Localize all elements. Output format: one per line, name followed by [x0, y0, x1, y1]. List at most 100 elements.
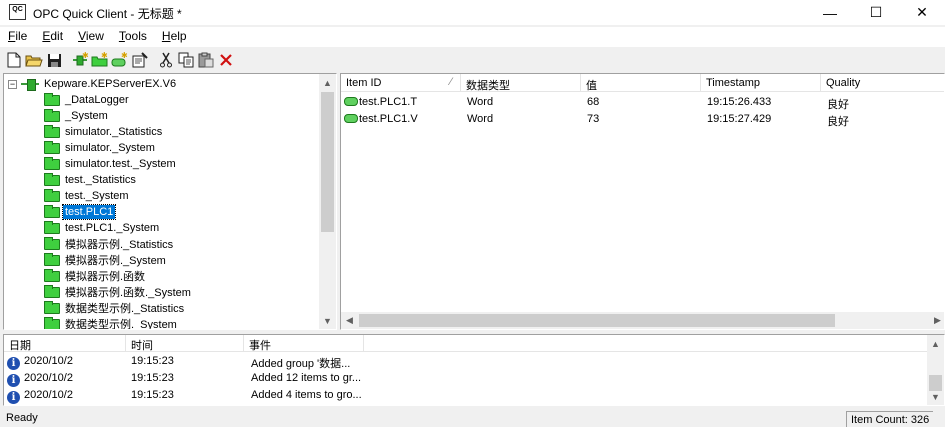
tree-node-label: Kepware.KEPServerEX.V6: [44, 78, 177, 90]
log-scrollbar[interactable]: ▲ ▼: [927, 335, 944, 405]
tree-node-group[interactable]: 数据类型示例._Statistics: [44, 300, 186, 316]
tree-node-group[interactable]: simulator._Statistics: [44, 124, 164, 140]
log-cell-time: 19:15:23: [131, 355, 174, 367]
folder-icon: [44, 316, 60, 329]
table-row[interactable]: test.PLC1.T Word 68 19:15:26.433 良好: [341, 95, 944, 111]
table-cell-type: Word: [467, 96, 493, 108]
tree-node-group[interactable]: simulator._System: [44, 140, 157, 156]
column-header-quality[interactable]: Quality: [821, 74, 944, 92]
scroll-up-icon[interactable]: ▲: [319, 74, 336, 91]
folder-icon: [44, 204, 60, 218]
scroll-down-icon[interactable]: ▼: [927, 388, 944, 405]
table-cell-quality: 良好: [827, 96, 849, 112]
cell-text: 良好: [827, 116, 849, 128]
table-cell-timestamp: 19:15:26.433: [707, 96, 771, 108]
menu-label: iew: [85, 29, 104, 43]
column-header-data-type[interactable]: 数据类型: [461, 74, 581, 92]
save-icon[interactable]: [44, 50, 64, 70]
tree-node-group[interactable]: 模拟器示例._Statistics: [44, 236, 175, 252]
maximize-button[interactable]: ☐: [853, 0, 899, 25]
column-label: Quality: [826, 77, 861, 89]
scroll-left-icon[interactable]: ◀: [341, 312, 358, 329]
table-cell-type: Word: [467, 113, 493, 125]
log-header: 日期 时间 事件: [4, 335, 944, 352]
scroll-thumb[interactable]: [321, 92, 334, 232]
log-cell-time: 19:15:23: [131, 389, 174, 401]
tree-node-group[interactable]: _DataLogger: [44, 92, 131, 108]
cut-icon[interactable]: [156, 50, 176, 70]
column-label: 数据类型: [466, 80, 510, 92]
menu-label: dit: [50, 29, 64, 43]
tree-node-group[interactable]: test._System: [44, 188, 131, 204]
menu-tools[interactable]: Tools: [111, 27, 154, 47]
folder-icon: [44, 188, 60, 202]
new-item-icon[interactable]: ✱: [110, 50, 130, 70]
tree-view[interactable]: − Kepware.KEPServerEX.V6 _DataLogger _Sys…: [3, 73, 337, 330]
delete-icon[interactable]: [216, 50, 236, 70]
event-log-view[interactable]: 日期 时间 事件 i 2020/10/2 19:15:23 Added group '…: [3, 334, 945, 406]
tree-node-label: test.PLC1._System: [65, 222, 160, 234]
new-group-icon[interactable]: ✱: [90, 50, 110, 70]
paste-icon[interactable]: [196, 50, 216, 70]
tag-icon: [344, 97, 358, 106]
menu-view[interactable]: View: [70, 27, 111, 47]
table-cell-timestamp: 19:15:27.429: [707, 113, 771, 125]
collapse-icon[interactable]: −: [8, 79, 17, 89]
new-icon[interactable]: [4, 50, 24, 70]
new-server-icon[interactable]: ✱: [70, 50, 90, 70]
log-row[interactable]: i 2020/10/2 19:15:23 Added group '数据...: [4, 354, 924, 370]
tree-node-group[interactable]: test.PLC1._System: [44, 220, 161, 236]
cell-text: Word: [467, 96, 494, 108]
cell-text: 19:15:23: [131, 355, 174, 367]
items-horizontal-scrollbar[interactable]: ◀ ▶: [341, 312, 944, 329]
open-icon[interactable]: [24, 50, 44, 70]
tree-node-group[interactable]: _System: [44, 108, 110, 124]
menu-file[interactable]: File: [0, 27, 34, 47]
scroll-down-icon[interactable]: ▼: [319, 312, 336, 329]
copy-icon[interactable]: [176, 50, 196, 70]
tree-node-group[interactable]: 模拟器示例.函数: [44, 268, 147, 284]
scroll-thumb[interactable]: [359, 314, 835, 327]
tree-node-label: simulator._Statistics: [65, 126, 163, 138]
tree-scrollbar[interactable]: ▲ ▼: [319, 74, 336, 329]
table-row[interactable]: test.PLC1.V Word 73 19:15:27.429 良好: [341, 112, 944, 128]
column-header-timestamp[interactable]: Timestamp: [701, 74, 821, 92]
column-header-event[interactable]: 事件: [244, 335, 364, 352]
tag-icon: [344, 114, 358, 123]
log-cell-event: Added group '数据...: [251, 355, 350, 371]
table-cell-value: 73: [587, 113, 599, 125]
column-header-item-id[interactable]: Item ID ⁄: [341, 74, 461, 92]
tree-node-group[interactable]: simulator.test._System: [44, 156, 178, 172]
tree-node-label: 数据类型示例._System: [65, 319, 177, 330]
tree-node-group[interactable]: test._Statistics: [44, 172, 138, 188]
tree-node-label: _System: [65, 110, 108, 122]
cell-text: 19:15:26.433: [707, 96, 772, 108]
column-header-date[interactable]: 日期: [4, 335, 126, 352]
tree-node-label: simulator.test._System: [65, 158, 176, 170]
log-row[interactable]: i 2020/10/2 19:15:23 Added 4 items to gro..…: [4, 388, 924, 404]
scroll-right-icon[interactable]: ▶: [929, 312, 944, 329]
tree-node-server[interactable]: − Kepware.KEPServerEX.V6: [8, 76, 178, 92]
item-list-view[interactable]: Item ID ⁄ 数据类型 值 Timestamp Quality test.…: [340, 73, 945, 330]
tree-node-group[interactable]: test.PLC1: [44, 204, 117, 220]
minimize-button[interactable]: —: [807, 0, 853, 25]
scroll-up-icon[interactable]: ▲: [927, 335, 944, 352]
menu-label: elp: [170, 29, 187, 43]
tree-node-group[interactable]: 模拟器示例._System: [44, 252, 168, 268]
menu-edit[interactable]: Edit: [34, 27, 70, 47]
cell-text: 68: [587, 96, 600, 108]
tree-node-label: test._System: [65, 190, 129, 202]
close-button[interactable]: ✕: [899, 0, 945, 25]
tree-node-group[interactable]: 数据类型示例._System: [44, 316, 179, 330]
column-header-value[interactable]: 值: [581, 74, 701, 92]
folder-icon: [44, 236, 60, 250]
log-cell-time: 19:15:23: [131, 372, 174, 384]
properties-icon[interactable]: [130, 50, 150, 70]
column-header-time[interactable]: 时间: [126, 335, 244, 352]
tree-node-group[interactable]: 模拟器示例.函数._System: [44, 284, 193, 300]
table-cell-quality: 良好: [827, 113, 849, 129]
log-row[interactable]: i 2020/10/2 19:15:23 Added 12 items to gr..…: [4, 371, 924, 387]
app-icon: QC: [9, 4, 26, 20]
toolbar: ✱ ✱ ✱: [0, 49, 945, 71]
menu-help[interactable]: Help: [154, 27, 194, 47]
